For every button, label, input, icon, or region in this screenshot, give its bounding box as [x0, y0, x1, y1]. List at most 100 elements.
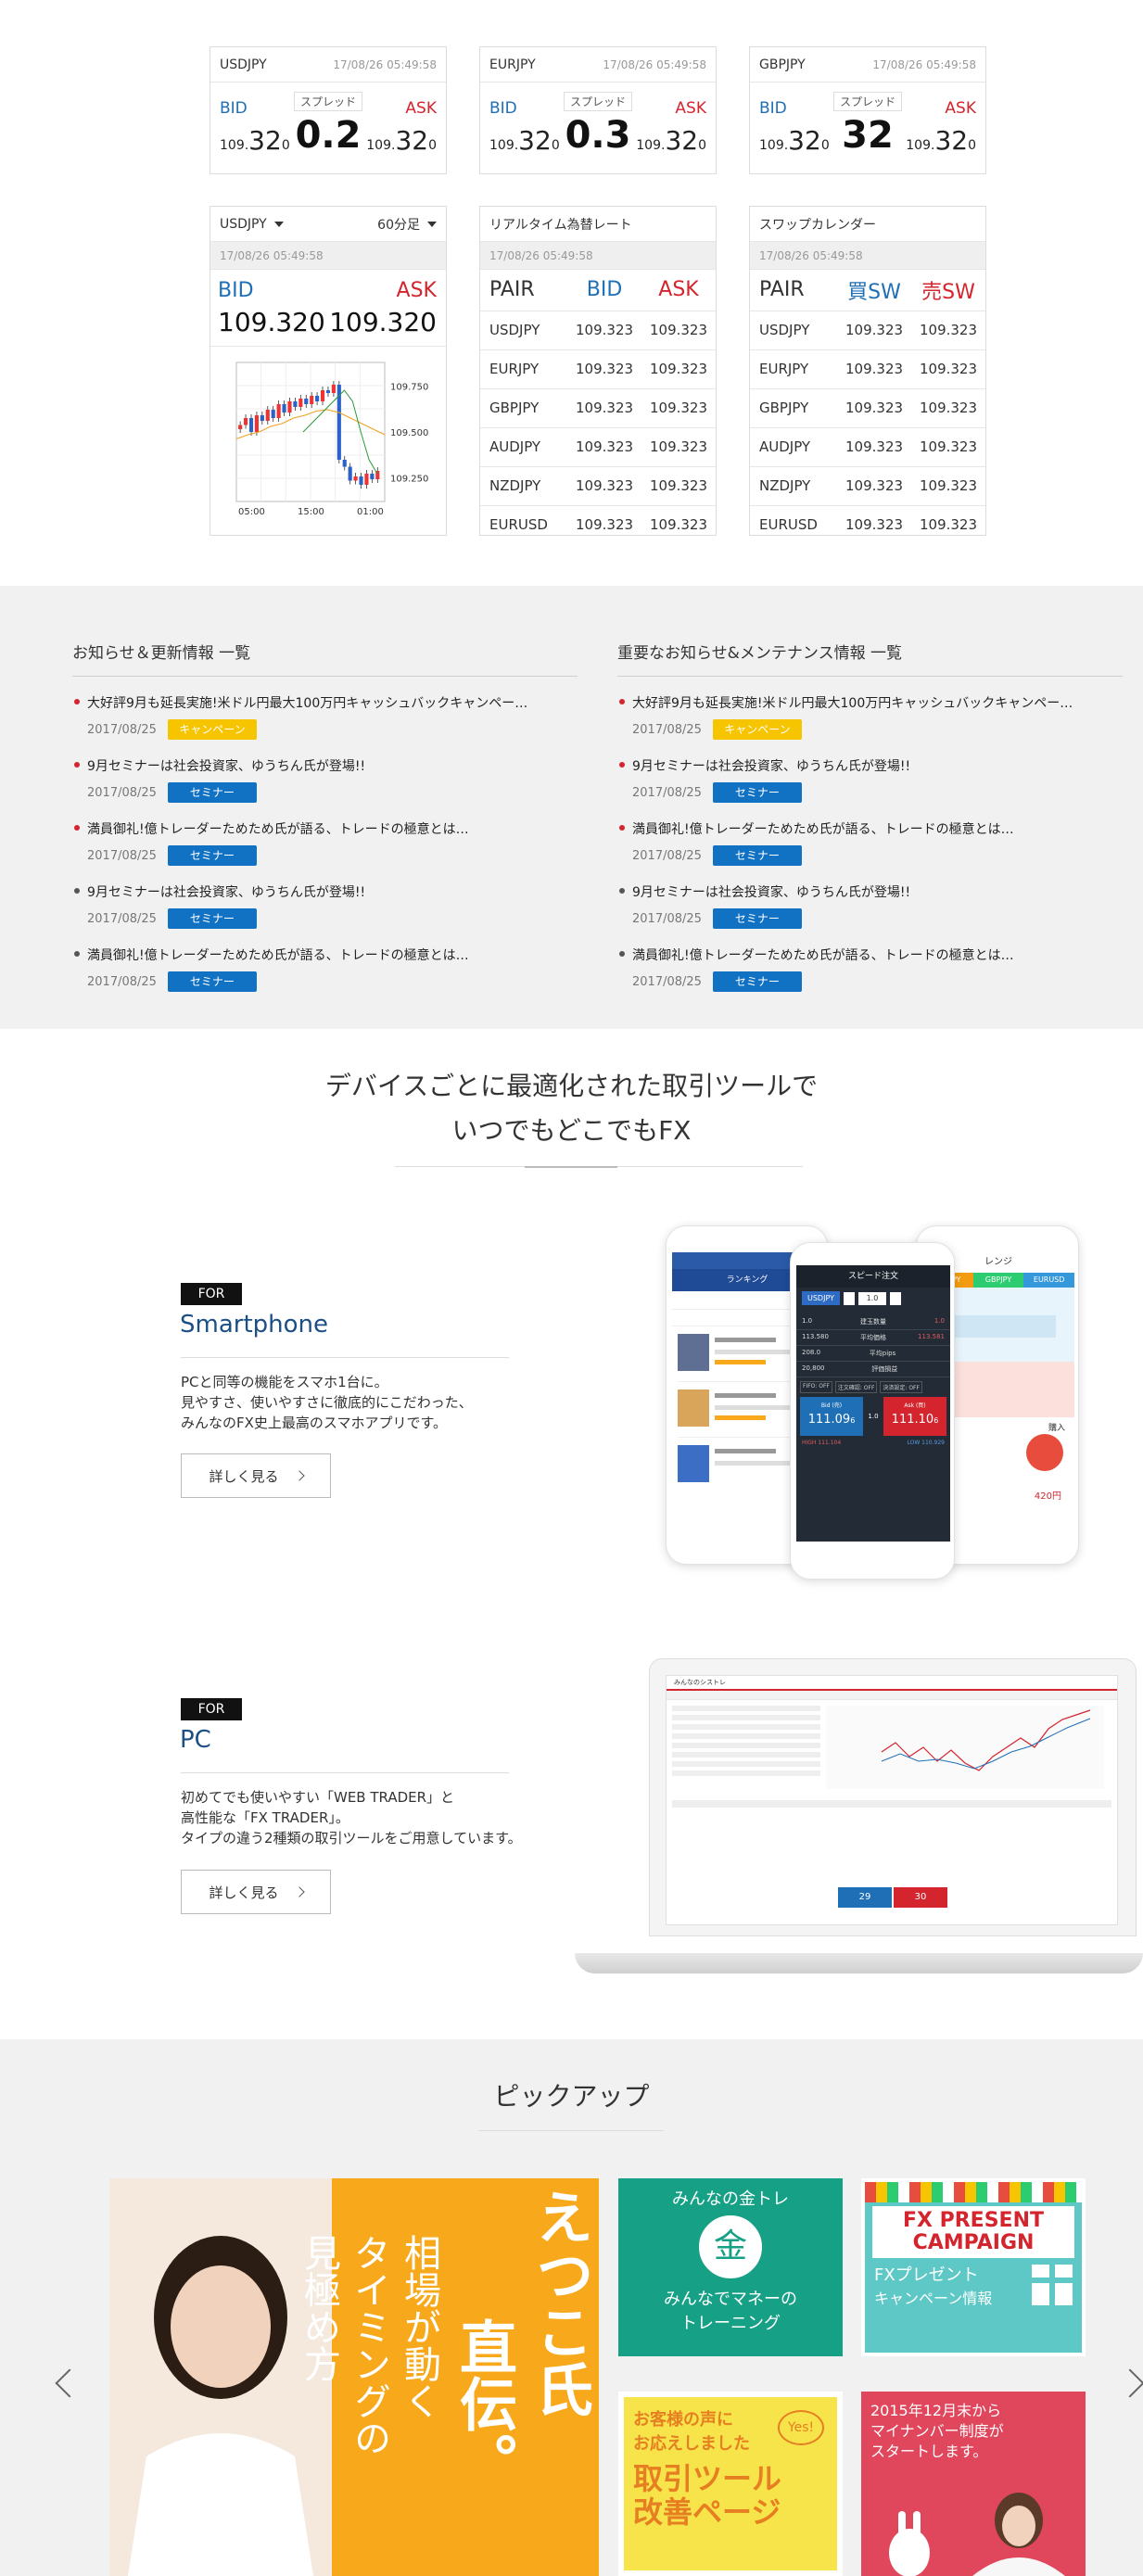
news-title[interactable]: 重要なお知らせ&メンテナンス情報 一覧 [617, 640, 1123, 677]
kin-glyph: 金 [713, 2227, 747, 2265]
quote-card-gbpjpy[interactable]: GBPJPY 17/08/26 05:49:58 BID スプレッド 32 AS… [749, 46, 986, 174]
news-title[interactable]: お知らせ＆更新情報 一覧 [72, 640, 578, 677]
table-row[interactable]: USDJPY 109.323 109.323 [750, 310, 985, 349]
news-item[interactable]: 9月セミナーは社会投資家、ゆうちん氏が登場!! 2017/08/25 セミナー [617, 756, 1123, 803]
table-row[interactable]: EURUSD 109.323 109.323 [480, 504, 716, 544]
category-badge[interactable]: セミナー [167, 845, 257, 866]
order-row: 1.0 建玉数量 1.0 [796, 1314, 950, 1330]
banner-etsuko[interactable]: えつこ氏 直伝。 相場が動く タイミングの 見極め方 [109, 2178, 599, 2576]
news-headline[interactable]: 9月セミナーは社会投資家、ゆうちん氏が登場!! [632, 882, 1123, 901]
category-badge[interactable]: セミナー [712, 971, 802, 992]
price-prefix: 109. [906, 138, 935, 153]
order-cell: 建玉数量 [860, 1318, 886, 1326]
news-headline[interactable]: 大好評9月も延長実施!米ドル円最大100万円キャッシュバックキャンペー… [87, 693, 578, 712]
value-cell: 109.323 [641, 310, 716, 349]
pc-detail-button[interactable]: 詳しく見る [181, 1870, 331, 1914]
ask-buy-button[interactable]: Ask (買) 111.106 [883, 1397, 946, 1436]
news-item[interactable]: 満員御礼!億トレーダーためため氏が語る、トレードの極意とは… 2017/08/2… [72, 945, 578, 992]
pair-select[interactable]: USDJPY [220, 217, 284, 232]
category-badge[interactable]: セミナー [712, 782, 802, 803]
news-item[interactable]: 大好評9月も延長実施!米ドル円最大100万円キャッシュバックキャンペー… 201… [72, 693, 578, 740]
quote-card-usdjpy[interactable]: USDJPY 17/08/26 05:49:58 BID スプレッド 0.2 A… [210, 46, 447, 174]
ask-price[interactable]: 109.320 [636, 125, 706, 156]
pair-name: USDJPY [220, 57, 267, 72]
news-item[interactable]: 大好評9月も延長実施!米ドル円最大100万円キャッシュバックキャンペー… 201… [617, 693, 1123, 740]
spread-value: 32 [842, 114, 894, 157]
banner-kin-tore[interactable]: みんなの金トレ 金 みんなでマネーの トレーニング [618, 2178, 843, 2356]
table-row[interactable]: EURUSD 109.323 109.323 [750, 504, 985, 544]
table-row[interactable]: EURJPY 109.323 109.323 [750, 349, 985, 388]
news-item[interactable]: 9月セミナーは社会投資家、ゆうちん氏が登場!! 2017/08/25 セミナー [617, 882, 1123, 929]
banner-fx-present[interactable]: FX PRESENT CAMPAIGN FXプレゼント キャンペーン情報 [861, 2178, 1086, 2356]
category-badge[interactable]: セミナー [167, 782, 257, 803]
smartphone-detail-button[interactable]: 詳しく見る [181, 1453, 331, 1498]
laptop-buy-button: 30 [894, 1887, 947, 1908]
order-cell: 208.0 [802, 1349, 821, 1356]
table-row[interactable]: AUDJPY 109.323 109.323 [480, 426, 716, 466]
banner-text: みんなの金トレ [672, 2189, 789, 2209]
news-item[interactable]: 9月セミナーは社会投資家、ゆうちん氏が登場!! 2017/08/25 セミナー [72, 882, 578, 929]
bid-sell-button[interactable]: Bid (売) 111.096 [800, 1397, 863, 1436]
order-row: 113.580 平均価格 113.581 [796, 1330, 950, 1346]
order-row: 20,800 評価損益 [796, 1362, 950, 1377]
news-headline[interactable]: 満員御礼!億トレーダーためため氏が語る、トレードの極意とは… [632, 819, 1123, 838]
news-item[interactable]: 満員御礼!億トレーダーためため氏が語る、トレードの極意とは… 2017/08/2… [617, 945, 1123, 992]
value-cell: 109.323 [837, 310, 911, 349]
bid-price[interactable]: 109.320 [220, 125, 290, 156]
timestamp: 17/08/26 05:49:58 [750, 242, 985, 270]
table-row[interactable]: AUDJPY 109.323 109.323 [750, 426, 985, 466]
candle [293, 401, 298, 407]
price-suffix: 0 [428, 138, 437, 153]
column-header: 買SW [847, 280, 901, 304]
news-item[interactable]: 9月セミナーは社会投資家、ゆうちん氏が登場!! 2017/08/25 セミナー [72, 756, 578, 803]
for-badge: FOR [181, 1283, 242, 1305]
table-row[interactable]: GBPJPY 109.323 109.323 [750, 387, 985, 427]
interval-select[interactable]: 60分足 [377, 215, 437, 234]
quantity-field[interactable]: 1.0 [858, 1291, 886, 1305]
candlestick-chart[interactable]: 109.750 109.500 109.250 05:00 15:00 01:00 [210, 353, 446, 535]
news-headline[interactable]: 大好評9月も延長実施!米ドル円最大100万円キャッシュバックキャンペー… [632, 693, 1123, 712]
news-date: 2017/08/25 [87, 722, 157, 737]
pair-select[interactable]: USDJPY [802, 1291, 840, 1305]
order-option[interactable]: 注文確認: OFF [834, 1381, 878, 1393]
tab-gbpjpy[interactable]: GBPJPY [972, 1273, 1024, 1288]
news-headline[interactable]: 9月セミナーは社会投資家、ゆうちん氏が登場!! [87, 756, 578, 775]
banner-customer-voice[interactable]: お客様の声に お応えしました Yes! 取引ツール 改善ページ [618, 2392, 843, 2576]
tab-eurusd[interactable]: EURUSD [1023, 1273, 1074, 1288]
laptop-logo: みんなのシストレ [674, 1679, 726, 1686]
bunting [865, 2182, 1082, 2202]
timestamp: 17/08/26 05:49:58 [210, 242, 446, 270]
table-row[interactable]: GBPJPY 109.323 109.323 [480, 387, 716, 427]
table-row[interactable]: EURJPY 109.323 109.323 [480, 349, 716, 388]
bid-price[interactable]: 109.320 [489, 125, 560, 156]
table-row[interactable]: NZDJPY 109.323 109.323 [480, 465, 716, 505]
category-badge[interactable]: セミナー [712, 845, 802, 866]
order-option[interactable]: FIFO: OFF [800, 1381, 832, 1393]
candle [260, 415, 264, 421]
category-badge[interactable]: セミナー [712, 908, 802, 929]
x-tick-label: 15:00 [298, 507, 324, 517]
quote-card-eurjpy[interactable]: EURJPY 17/08/26 05:49:58 BID スプレッド 0.3 A… [479, 46, 717, 174]
news-item[interactable]: 満員御礼!億トレーダーためため氏が語る、トレードの極意とは… 2017/08/2… [72, 819, 578, 866]
category-badge[interactable]: キャンペーン [167, 719, 257, 740]
bid-price[interactable]: 109.320 [759, 125, 830, 156]
pair-cell: USDJPY [480, 310, 568, 349]
category-badge[interactable]: キャンペーン [712, 719, 802, 740]
ask-price[interactable]: 109.320 [906, 125, 976, 156]
order-option[interactable]: 決済設定: OFF [880, 1381, 922, 1393]
news-item[interactable]: 満員御礼!億トレーダーためため氏が語る、トレードの極意とは… 2017/08/2… [617, 819, 1123, 866]
news-headline[interactable]: 9月セミナーは社会投資家、ゆうちん氏が登場!! [632, 756, 1123, 775]
tools-headline-1: デバイスごとに最適化された取引ツールで [324, 1071, 819, 1101]
news-headline[interactable]: 満員御礼!億トレーダーためため氏が語る、トレードの極意とは… [87, 945, 578, 964]
news-headline[interactable]: 満員御礼!億トレーダーためため氏が語る、トレードの極意とは… [87, 819, 578, 838]
ask-price[interactable]: 109.320 [366, 125, 437, 156]
table-row[interactable]: USDJPY 109.323 109.323 [480, 310, 716, 349]
spread-value: 1.0 [868, 1413, 879, 1420]
news-headline[interactable]: 9月セミナーは社会投資家、ゆうちん氏が登場!! [87, 882, 578, 901]
banner-my-number[interactable]: 2015年12月末から マイナンバー制度が スタートします。 [861, 2392, 1086, 2576]
category-badge[interactable]: セミナー [167, 971, 257, 992]
rate-table: PAIR BID ASK USDJPY 109.323 109.323 EURJPY 109.… [480, 270, 716, 544]
category-badge[interactable]: セミナー [167, 908, 257, 929]
table-row[interactable]: NZDJPY 109.323 109.323 [750, 465, 985, 505]
news-headline[interactable]: 満員御礼!億トレーダーためため氏が語る、トレードの極意とは… [632, 945, 1123, 964]
